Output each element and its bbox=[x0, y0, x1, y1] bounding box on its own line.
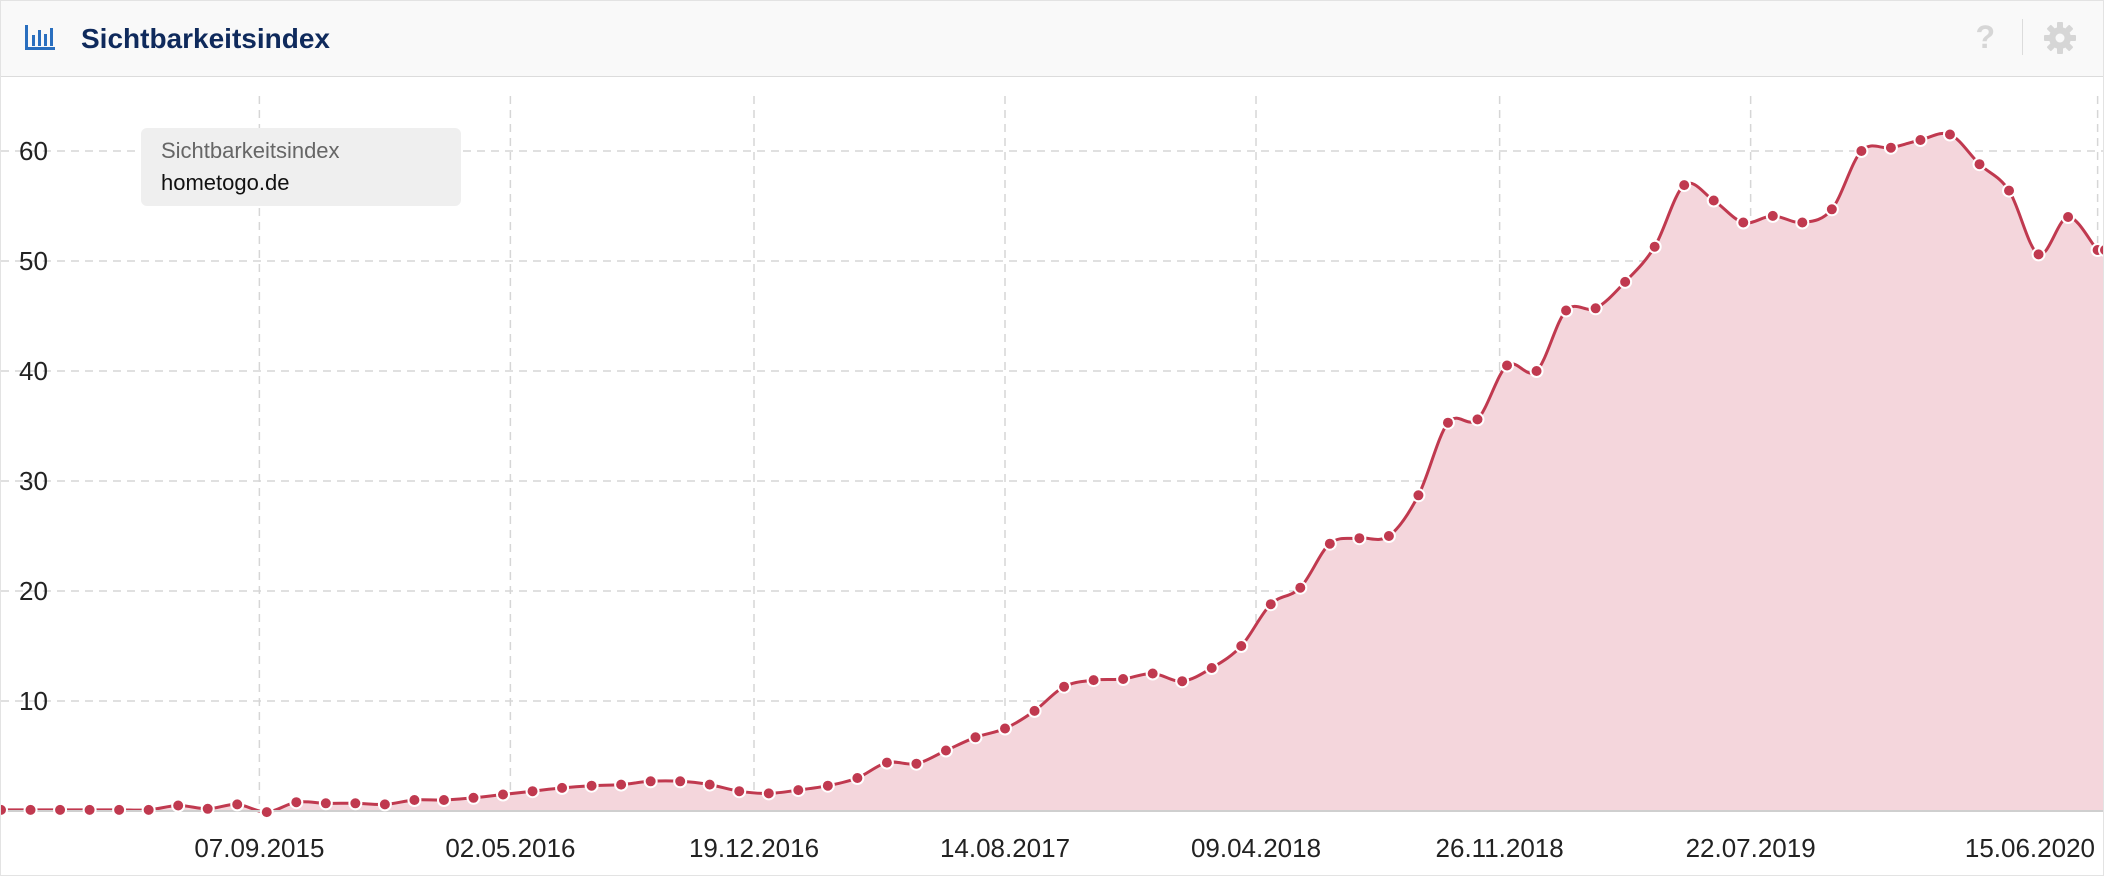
data-point[interactable] bbox=[82, 802, 97, 817]
data-point[interactable] bbox=[1086, 673, 1101, 688]
data-point[interactable] bbox=[1942, 127, 1957, 142]
bar-chart-icon bbox=[25, 25, 55, 50]
x-tick-label: 09.04.2018 bbox=[1191, 833, 1321, 863]
data-point[interactable] bbox=[850, 771, 865, 785]
data-point[interactable] bbox=[1145, 666, 1160, 681]
data-point[interactable] bbox=[348, 796, 363, 811]
data-point[interactable] bbox=[791, 783, 806, 798]
series-area bbox=[1, 133, 2103, 813]
y-tick-label: 30 bbox=[19, 466, 48, 496]
data-point[interactable] bbox=[1, 802, 8, 817]
x-tick-label: 14.08.2017 bbox=[940, 833, 1070, 863]
data-point[interactable] bbox=[1263, 597, 1278, 612]
data-point[interactable] bbox=[1972, 157, 1987, 172]
data-point[interactable] bbox=[1824, 202, 1839, 217]
data-point[interactable] bbox=[496, 787, 511, 802]
data-point[interactable] bbox=[112, 802, 127, 817]
y-tick-label: 60 bbox=[19, 136, 48, 166]
legend-box: Sichtbarkeitsindex hometogo.de bbox=[141, 128, 461, 206]
legend-series-label: Sichtbarkeitsindex bbox=[161, 138, 340, 163]
data-point[interactable] bbox=[998, 721, 1013, 736]
header-divider bbox=[2022, 19, 2023, 55]
data-point[interactable] bbox=[732, 784, 747, 799]
data-point[interactable] bbox=[879, 755, 894, 770]
x-tick-label: 15.06.2020 bbox=[1965, 833, 2095, 863]
data-point[interactable] bbox=[1529, 364, 1544, 378]
data-point[interactable] bbox=[1381, 529, 1396, 543]
data-point[interactable] bbox=[2002, 183, 2017, 198]
data-point[interactable] bbox=[1913, 133, 1928, 147]
x-tick-label: 19.12.2016 bbox=[689, 833, 819, 863]
gear-icon[interactable] bbox=[2043, 21, 2077, 55]
data-point[interactable] bbox=[1116, 672, 1131, 686]
data-point[interactable] bbox=[141, 802, 156, 817]
data-point[interactable] bbox=[1559, 303, 1574, 318]
data-point[interactable] bbox=[1411, 488, 1426, 503]
x-tick-label: 02.05.2016 bbox=[445, 833, 575, 863]
data-point[interactable] bbox=[1588, 301, 1603, 316]
visibility-index-widget: Sichtbarkeitsindex ? 10 20 30 40 50 60 0… bbox=[0, 0, 2104, 876]
x-tick-label: 07.09.2015 bbox=[194, 833, 324, 863]
data-point[interactable] bbox=[761, 786, 776, 801]
data-point[interactable] bbox=[1470, 412, 1485, 427]
data-point[interactable] bbox=[1057, 679, 1072, 694]
y-tick-label: 50 bbox=[19, 246, 48, 276]
data-point[interactable] bbox=[702, 777, 717, 792]
data-point[interactable] bbox=[1500, 358, 1515, 373]
data-point[interactable] bbox=[1027, 703, 1042, 718]
x-tick-label: 22.07.2019 bbox=[1686, 833, 1816, 863]
data-point[interactable] bbox=[171, 798, 186, 813]
data-point[interactable] bbox=[2031, 247, 2046, 262]
data-point[interactable] bbox=[1175, 674, 1190, 689]
data-point[interactable] bbox=[1204, 661, 1219, 675]
data-point[interactable] bbox=[673, 774, 688, 789]
data-point[interactable] bbox=[1618, 274, 1633, 289]
data-point[interactable] bbox=[1736, 215, 1751, 230]
data-point[interactable] bbox=[1765, 208, 1780, 223]
help-icon[interactable]: ? bbox=[1975, 19, 1995, 55]
data-point[interactable] bbox=[23, 802, 38, 817]
x-tick-label: 26.11.2018 bbox=[1436, 833, 1564, 863]
data-point[interactable] bbox=[1440, 415, 1455, 430]
data-point[interactable] bbox=[1234, 639, 1249, 653]
y-tick-label: 20 bbox=[19, 576, 48, 606]
data-point[interactable] bbox=[1647, 239, 1662, 254]
data-point[interactable] bbox=[1706, 193, 1721, 208]
data-point[interactable] bbox=[407, 793, 422, 807]
y-axis-labels: 10 20 30 40 50 60 bbox=[19, 136, 48, 716]
legend-domain: hometogo.de bbox=[161, 170, 290, 195]
data-point[interactable] bbox=[259, 805, 274, 820]
widget-header: Sichtbarkeitsindex ? bbox=[1, 1, 2103, 77]
data-point[interactable] bbox=[377, 797, 392, 812]
data-point[interactable] bbox=[1795, 215, 1810, 230]
data-point[interactable] bbox=[820, 778, 835, 793]
data-point[interactable] bbox=[938, 743, 953, 758]
data-point[interactable] bbox=[525, 784, 540, 799]
widget-title: Sichtbarkeitsindex bbox=[81, 23, 330, 54]
data-point[interactable] bbox=[1322, 536, 1337, 551]
data-point[interactable] bbox=[2061, 210, 2076, 224]
data-point[interactable] bbox=[1854, 144, 1869, 158]
data-point[interactable] bbox=[909, 756, 924, 771]
data-point[interactable] bbox=[289, 795, 304, 810]
data-point[interactable] bbox=[466, 790, 481, 805]
data-point[interactable] bbox=[1352, 531, 1367, 546]
data-point[interactable] bbox=[200, 801, 215, 816]
data-point[interactable] bbox=[53, 802, 68, 817]
data-point[interactable] bbox=[230, 797, 245, 812]
data-point[interactable] bbox=[1883, 140, 1898, 155]
data-point[interactable] bbox=[584, 778, 599, 793]
y-tick-label: 10 bbox=[19, 686, 48, 716]
data-point[interactable] bbox=[2098, 243, 2103, 257]
data-point[interactable] bbox=[643, 774, 658, 789]
data-point[interactable] bbox=[1293, 580, 1308, 595]
y-tick-label: 40 bbox=[19, 356, 48, 386]
data-point[interactable] bbox=[968, 730, 983, 745]
data-point[interactable] bbox=[555, 780, 570, 795]
data-point[interactable] bbox=[436, 793, 451, 807]
data-point[interactable] bbox=[614, 777, 629, 792]
data-point[interactable] bbox=[1677, 178, 1692, 193]
x-axis-labels: 07.09.2015 02.05.2016 19.12.2016 14.08.2017… bbox=[194, 833, 2095, 863]
data-point[interactable] bbox=[318, 796, 333, 811]
